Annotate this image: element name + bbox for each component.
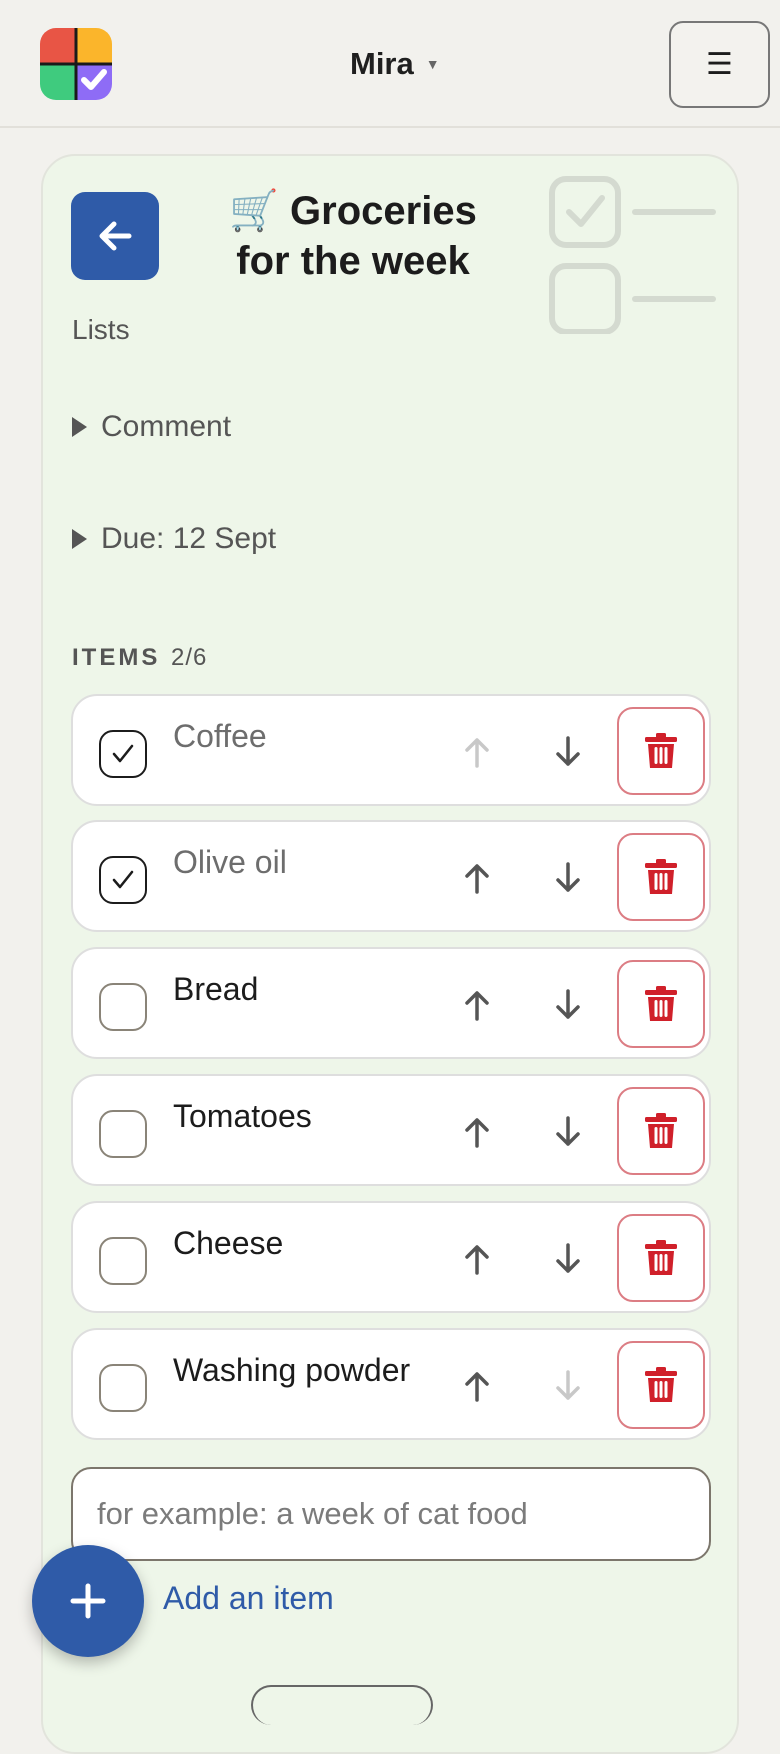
arrow-down-icon	[556, 989, 580, 1019]
user-name: Mira	[350, 46, 414, 81]
item-checkbox[interactable]	[99, 983, 147, 1031]
item-text[interactable]: Cheese	[173, 1225, 283, 1262]
list-item: Tomatoes	[71, 1074, 711, 1186]
list-item: Coffee	[71, 694, 711, 806]
delete-item-button[interactable]	[617, 707, 705, 795]
trash-icon	[645, 1113, 677, 1148]
new-item-input[interactable]	[71, 1467, 711, 1561]
move-down-button[interactable]	[548, 985, 588, 1025]
comment-label: Comment	[101, 410, 232, 443]
arrow-up-icon	[465, 1118, 489, 1148]
user-menu[interactable]: Mira ▼	[350, 44, 440, 84]
disclosure-triangle-icon	[72, 417, 87, 437]
comment-toggle[interactable]: Comment	[72, 410, 231, 444]
item-text[interactable]: Bread	[173, 971, 258, 1008]
move-up-button[interactable]	[457, 1239, 497, 1279]
move-up-button[interactable]	[457, 858, 497, 898]
arrow-up-icon	[465, 738, 489, 768]
list-item: Olive oil	[71, 820, 711, 932]
move-down-button[interactable]	[548, 732, 588, 772]
back-button[interactable]	[71, 192, 159, 280]
trash-icon	[645, 859, 677, 894]
hamburger-icon: ☰	[706, 48, 733, 81]
partial-button[interactable]	[251, 1685, 433, 1725]
list-item: Cheese	[71, 1201, 711, 1313]
due-date-toggle[interactable]: Due: 12 Sept	[72, 522, 276, 556]
delete-item-button[interactable]	[617, 1214, 705, 1302]
arrow-down-icon	[556, 1370, 580, 1400]
arrow-down-icon	[556, 862, 580, 892]
breadcrumb[interactable]: Lists	[72, 314, 130, 346]
trash-icon	[645, 986, 677, 1021]
app-logo-icon[interactable]	[40, 28, 112, 100]
item-checkbox[interactable]	[99, 730, 147, 778]
add-fab-button[interactable]	[32, 1545, 144, 1657]
top-bar: Mira ▼ ☰	[0, 0, 780, 128]
arrow-up-icon	[465, 1372, 489, 1402]
caret-down-icon: ▼	[425, 56, 440, 72]
list-card: 🛒 Groceries for the week Lists Comment D…	[41, 154, 739, 1754]
arrow-up-icon	[465, 864, 489, 894]
checklist-decoration-icon	[549, 176, 716, 334]
item-checkbox[interactable]	[99, 1237, 147, 1285]
delete-item-button[interactable]	[617, 833, 705, 921]
menu-button[interactable]: ☰	[669, 21, 770, 108]
item-text[interactable]: Coffee	[173, 718, 267, 755]
add-item-link[interactable]: Add an item	[163, 1580, 334, 1617]
arrow-left-icon	[99, 221, 132, 251]
arrow-down-icon	[556, 736, 580, 766]
item-text[interactable]: Washing powder	[173, 1352, 410, 1389]
checkmark-icon	[112, 744, 134, 763]
item-checkbox[interactable]	[99, 856, 147, 904]
disclosure-triangle-icon	[72, 529, 87, 549]
delete-item-button[interactable]	[617, 1341, 705, 1429]
move-down-button[interactable]	[548, 1112, 588, 1152]
list-title: 🛒 Groceries for the week	[229, 189, 477, 283]
item-checkbox[interactable]	[99, 1110, 147, 1158]
items-heading: ITEMS 2/6	[72, 644, 207, 672]
list-item: Bread	[71, 947, 711, 1059]
arrow-up-icon	[465, 991, 489, 1021]
plus-icon	[70, 1583, 106, 1619]
trash-icon	[645, 733, 677, 768]
move-down-button[interactable]	[548, 858, 588, 898]
trash-icon	[645, 1367, 677, 1402]
checkmark-icon	[112, 870, 134, 889]
arrow-up-icon	[465, 1245, 489, 1275]
item-checkbox[interactable]	[99, 1364, 147, 1412]
delete-item-button[interactable]	[617, 960, 705, 1048]
move-up-button[interactable]	[457, 985, 497, 1025]
delete-item-button[interactable]	[617, 1087, 705, 1175]
move-down-button[interactable]	[548, 1239, 588, 1279]
arrow-down-icon	[556, 1243, 580, 1273]
items-label: ITEMS	[72, 644, 161, 671]
move-up-button[interactable]	[457, 732, 497, 772]
trash-icon	[645, 1240, 677, 1275]
items-count: 2/6	[171, 644, 208, 671]
move-down-button[interactable]	[548, 1366, 588, 1406]
item-text[interactable]: Olive oil	[173, 844, 287, 881]
move-up-button[interactable]	[457, 1366, 497, 1406]
arrow-down-icon	[556, 1116, 580, 1146]
move-up-button[interactable]	[457, 1112, 497, 1152]
item-text[interactable]: Tomatoes	[173, 1098, 312, 1135]
due-date-label: Due: 12 Sept	[101, 522, 277, 555]
list-item: Washing powder	[71, 1328, 711, 1440]
